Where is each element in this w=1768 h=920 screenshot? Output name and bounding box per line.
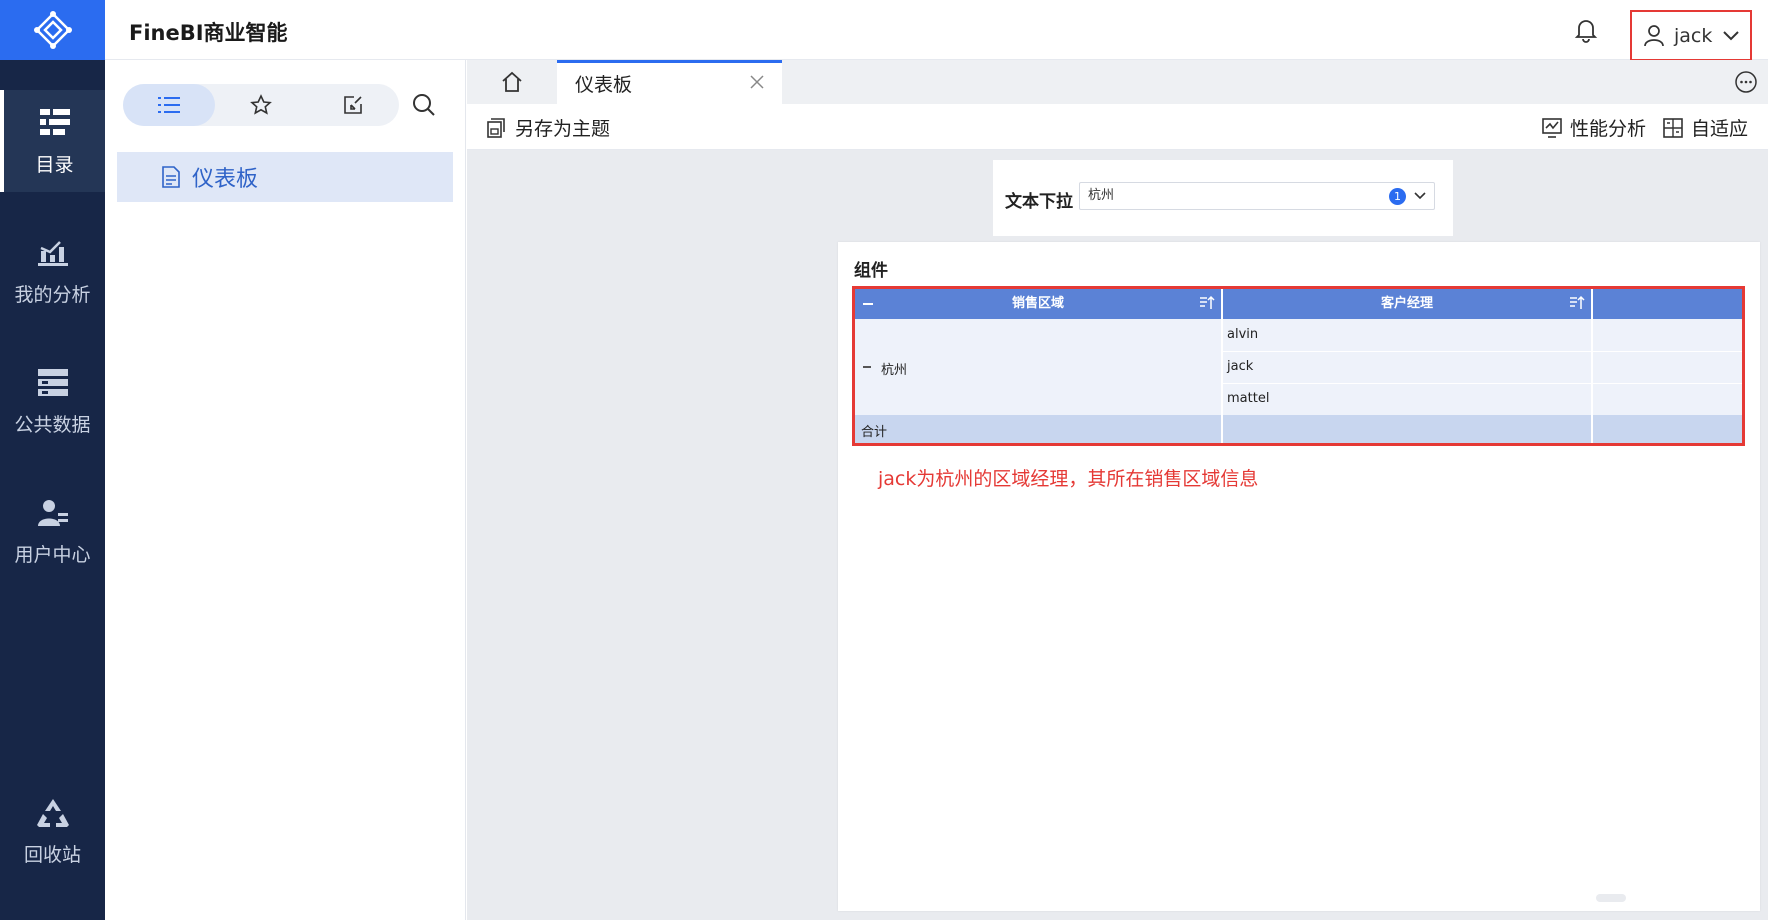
recycle-icon xyxy=(36,796,70,830)
table-cell-manager: jack xyxy=(1227,359,1254,374)
edit-icon xyxy=(344,96,362,114)
nav-label: 回收站 xyxy=(23,843,81,866)
table-header: 销售区域 客户经理 xyxy=(855,289,1742,319)
filter-value: 杭州 xyxy=(1088,188,1115,203)
table-cell-manager: mattel xyxy=(1227,391,1270,406)
tab-dashboard[interactable]: 仪表板 xyxy=(557,60,782,104)
edit-button[interactable] xyxy=(307,84,399,126)
chevron-down-icon xyxy=(1414,192,1426,200)
list-icon xyxy=(158,97,180,113)
table-cell-region: 杭州 xyxy=(881,363,908,378)
adaptive-button[interactable]: 自适应 xyxy=(1663,114,1748,141)
adaptive-icon xyxy=(1663,117,1683,138)
logo-icon xyxy=(33,11,72,49)
nav-item-my-analysis[interactable]: 我的分析 xyxy=(0,220,105,322)
notification-bell-icon[interactable] xyxy=(1573,17,1599,43)
total-row: 合计 xyxy=(855,415,1742,443)
filter-label: 文本下拉 xyxy=(1005,192,1073,212)
sort-icon[interactable] xyxy=(1199,295,1215,311)
column-header-region[interactable]: 销售区域 xyxy=(855,289,1221,319)
search-icon[interactable] xyxy=(411,92,437,118)
row-divider xyxy=(1221,351,1742,352)
list-view-button[interactable] xyxy=(123,84,215,126)
app-logo[interactable] xyxy=(0,0,105,60)
home-icon xyxy=(502,71,522,92)
brand-title: FineBI商业智能 xyxy=(129,21,288,45)
user-center-icon xyxy=(36,496,70,530)
tree-item-label: 仪表板 xyxy=(192,167,259,192)
tab-home[interactable] xyxy=(467,60,557,104)
column-divider xyxy=(1221,289,1223,443)
username: jack xyxy=(1674,24,1713,47)
nav-label: 公共数据 xyxy=(14,413,91,436)
column-header-manager[interactable]: 客户经理 xyxy=(1223,289,1591,319)
user-menu[interactable]: jack xyxy=(1630,10,1752,61)
document-icon xyxy=(162,166,180,188)
save-theme-label: 另存为主题 xyxy=(515,118,611,140)
nav-item-recycle-bin[interactable]: 回收站 xyxy=(0,780,105,882)
adaptive-label: 自适应 xyxy=(1691,118,1749,140)
sort-icon[interactable] xyxy=(1569,295,1585,311)
total-label: 合计 xyxy=(861,425,888,440)
nav-item-public-data[interactable]: 公共数据 xyxy=(0,350,105,452)
tree-item-dashboard[interactable]: 仪表板 xyxy=(117,152,453,202)
chevron-down-icon xyxy=(1723,30,1740,40)
column-divider xyxy=(1591,289,1593,443)
selected-count-badge: 1 xyxy=(1389,188,1406,205)
dashboard-canvas: 文本下拉 杭州 1 组件 销售区域 客户经理 杭州 alvin jack mat… xyxy=(467,150,1768,920)
save-as-theme-button[interactable]: 另存为主题 xyxy=(487,114,610,141)
dashboard-toolbar: 另存为主题 性能分析 自适应 xyxy=(467,104,1768,150)
user-icon xyxy=(1644,24,1664,46)
performance-icon xyxy=(1542,117,1562,138)
left-nav: 目录 我的分析 公共数据 用户中心 回收站 xyxy=(0,0,105,920)
top-header: FineBI商业智能 jack xyxy=(105,0,1768,61)
close-icon[interactable] xyxy=(748,73,766,91)
nav-item-user-center[interactable]: 用户中心 xyxy=(0,480,105,582)
nav-item-catalog[interactable]: 目录 xyxy=(0,90,105,192)
favorites-button[interactable] xyxy=(215,84,307,126)
grouped-table: 销售区域 客户经理 杭州 alvin jack mattel 合计 xyxy=(852,286,1745,446)
annotation-note: jack为杭州的区域经理，其所在销售区域信息 xyxy=(878,468,1259,490)
tab-bar: 仪表板 xyxy=(467,60,1768,104)
database-icon xyxy=(36,366,70,400)
performance-analysis-button[interactable]: 性能分析 xyxy=(1542,114,1646,141)
widget-title: 组件 xyxy=(854,261,888,281)
view-switch xyxy=(123,84,399,126)
filter-select[interactable]: 杭州 1 xyxy=(1079,182,1435,210)
nav-label: 我的分析 xyxy=(14,283,91,306)
table-cell-manager: alvin xyxy=(1227,327,1259,342)
star-icon xyxy=(250,94,272,115)
perf-label: 性能分析 xyxy=(1570,118,1647,140)
table-body: 杭州 alvin jack mattel xyxy=(855,319,1742,415)
row-divider xyxy=(1221,383,1742,384)
nav-label: 目录 xyxy=(35,153,74,176)
text-dropdown-filter: 文本下拉 杭州 1 xyxy=(993,160,1453,236)
scrollbar-thumb[interactable] xyxy=(1596,894,1626,902)
tab-label: 仪表板 xyxy=(575,74,633,96)
table-widget[interactable]: 组件 销售区域 客户经理 杭州 alvin jack mattel 合计 jac… xyxy=(838,242,1760,911)
more-options-icon[interactable] xyxy=(1734,70,1758,94)
catalog-panel: 仪表板 xyxy=(105,60,573,920)
analysis-icon xyxy=(36,236,70,270)
collapse-group-icon[interactable] xyxy=(863,366,871,368)
catalog-icon xyxy=(38,106,72,140)
save-theme-icon xyxy=(487,117,505,138)
nav-label: 用户中心 xyxy=(14,543,91,566)
